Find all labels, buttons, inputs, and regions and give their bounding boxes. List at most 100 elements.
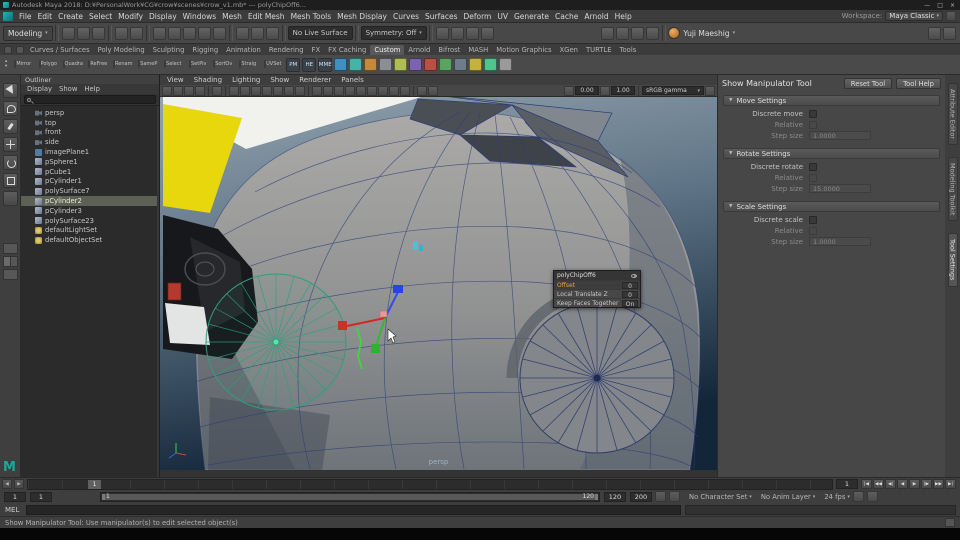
- command-result-field[interactable]: [685, 504, 956, 515]
- prev-frame-icon[interactable]: ◀: [2, 479, 12, 489]
- hud-attribute-value[interactable]: 0: [622, 281, 638, 290]
- shelf-icon[interactable]: [364, 58, 378, 71]
- gamma-toggle-icon[interactable]: [600, 85, 610, 96]
- play-backwards-button[interactable]: ◀: [897, 479, 908, 489]
- menu-item[interactable]: Curves: [390, 12, 422, 21]
- shelf-tab[interactable]: Sculpting: [149, 45, 189, 55]
- go-to-end-button[interactable]: ▶|: [945, 479, 956, 489]
- color-management-icon[interactable]: [705, 85, 715, 96]
- live-surface-field[interactable]: No Live Surface: [287, 26, 353, 40]
- in-view-editor-row[interactable]: Local Translate Z 0: [554, 289, 640, 299]
- user-account[interactable]: Yuji Maeshig ▾: [668, 27, 735, 39]
- multisample-icon[interactable]: [389, 85, 399, 96]
- sidebar-tab[interactable]: Attribute Editor: [947, 83, 958, 146]
- shelf-button[interactable]: PM: [286, 57, 301, 72]
- shelf-icon[interactable]: [424, 58, 438, 71]
- shelf-button[interactable]: HE: [302, 57, 317, 72]
- outliner-item[interactable]: side: [21, 137, 157, 147]
- manipulator-center-handle[interactable]: [379, 310, 388, 318]
- shelf-button[interactable]: ReFree: [85, 60, 110, 68]
- workspace-selector[interactable]: Maya Classic ▾: [885, 11, 943, 21]
- menu-item[interactable]: Generate: [511, 12, 552, 21]
- paint-select-tool-icon[interactable]: [2, 119, 18, 134]
- maximize-button[interactable]: □: [937, 2, 943, 9]
- field-chart-icon[interactable]: [273, 85, 283, 96]
- animation-preferences-icon[interactable]: [852, 491, 864, 502]
- group-divider[interactable]: [54, 25, 59, 41]
- step-forward-frame-button[interactable]: |▶: [921, 479, 932, 489]
- minimize-button[interactable]: —: [924, 2, 930, 9]
- shelf-tab[interactable]: Motion Graphics: [492, 45, 555, 55]
- outliner-item[interactable]: pSphere1: [21, 157, 157, 167]
- menu-item[interactable]: Create: [55, 12, 86, 21]
- shelf-tab[interactable]: MASH: [464, 45, 492, 55]
- group-divider[interactable]: [281, 25, 286, 41]
- menu-item[interactable]: Display: [146, 12, 180, 21]
- shelf-icon[interactable]: [454, 58, 468, 71]
- shelf-tab-options-icon[interactable]: [16, 46, 24, 54]
- fps-selector[interactable]: 24 fps ▾: [824, 493, 850, 501]
- output-window-icon[interactable]: [945, 518, 955, 527]
- reset-tool-button[interactable]: Reset Tool: [843, 78, 893, 89]
- manipulator-z-handle[interactable]: [393, 285, 403, 293]
- input-connections-icon[interactable]: [235, 26, 249, 40]
- layout-four-pane-icon[interactable]: [2, 269, 18, 280]
- menu-item[interactable]: Surfaces: [422, 12, 460, 21]
- current-time-field[interactable]: 1: [836, 479, 858, 489]
- panel-menu-item[interactable]: Show: [265, 76, 294, 84]
- shelf-tab[interactable]: Arnold: [404, 45, 434, 55]
- step-back-frame-button[interactable]: ◀|: [885, 479, 896, 489]
- manipulator-y-handle[interactable]: [371, 344, 380, 353]
- shelf-icon[interactable]: [439, 58, 453, 71]
- sidebar-tab[interactable]: Tool Settings: [947, 233, 958, 287]
- menu-item[interactable]: Deform: [460, 12, 494, 21]
- group-divider[interactable]: [107, 25, 112, 41]
- close-button[interactable]: ×: [950, 2, 955, 9]
- shelf-tab[interactable]: Rigging: [188, 45, 222, 55]
- panel-menu-item[interactable]: Panels: [336, 76, 369, 84]
- shelf-icon[interactable]: [484, 58, 498, 71]
- scale-tool-icon[interactable]: [2, 173, 18, 188]
- isolate-select-icon[interactable]: [417, 85, 427, 96]
- snap-grid-icon[interactable]: [152, 26, 166, 40]
- shelf-tab[interactable]: FX Caching: [324, 45, 370, 55]
- shaded-icon[interactable]: [323, 85, 333, 96]
- outliner-item[interactable]: pCylinder2: [21, 196, 157, 206]
- tool-help-button[interactable]: Tool Help: [896, 78, 941, 89]
- safe-title-icon[interactable]: [295, 85, 305, 96]
- shelf-button[interactable]: Straig: [235, 60, 260, 68]
- lasso-tool-icon[interactable]: [2, 101, 18, 116]
- workspace-panel-icon[interactable]: [943, 26, 956, 40]
- maya-logo-icon[interactable]: [3, 11, 13, 21]
- shelf-icon[interactable]: [394, 58, 408, 71]
- layout-single-pane-icon[interactable]: [2, 243, 18, 254]
- command-input[interactable]: [26, 504, 681, 515]
- in-view-editor-row[interactable]: Keep Faces Together On: [554, 298, 640, 308]
- highlight-selection-icon[interactable]: [450, 26, 464, 40]
- outliner-menu-item[interactable]: Help: [81, 85, 103, 93]
- menu-item[interactable]: Windows: [180, 12, 219, 21]
- shelf-button[interactable]: UVSet: [260, 60, 285, 68]
- play-forwards-button[interactable]: ▶: [909, 479, 920, 489]
- outliner-item[interactable]: top: [21, 118, 157, 128]
- mute-lock-icon[interactable]: [866, 491, 878, 502]
- title-bar[interactable]: Autodesk Maya 2018: D:¥PersonalWork¥CG¥c…: [0, 0, 960, 10]
- exposure-field[interactable]: 0.00: [575, 86, 599, 95]
- use-all-lights-icon[interactable]: [345, 85, 355, 96]
- auto-keyframe-icon[interactable]: [655, 491, 666, 502]
- outliner-item[interactable]: defaultLightSet: [21, 226, 157, 236]
- textured-icon[interactable]: [334, 85, 344, 96]
- shelf-icon[interactable]: [379, 58, 393, 71]
- snap-plane-icon[interactable]: [197, 26, 211, 40]
- select-tool-icon[interactable]: [2, 83, 18, 98]
- setting-checkbox[interactable]: [809, 162, 817, 171]
- shelf-button[interactable]: SetPiv: [185, 60, 210, 68]
- manipulator-x-handle[interactable]: [338, 321, 347, 330]
- animation-end-field[interactable]: 200: [630, 491, 652, 502]
- group-divider[interactable]: [228, 25, 233, 41]
- last-tool-icon[interactable]: [2, 191, 18, 206]
- setting-field[interactable]: 1.0000: [809, 131, 871, 140]
- setting-checkbox[interactable]: [809, 173, 817, 182]
- setting-checkbox[interactable]: [809, 215, 817, 224]
- layout-two-pane-icon[interactable]: [2, 256, 18, 267]
